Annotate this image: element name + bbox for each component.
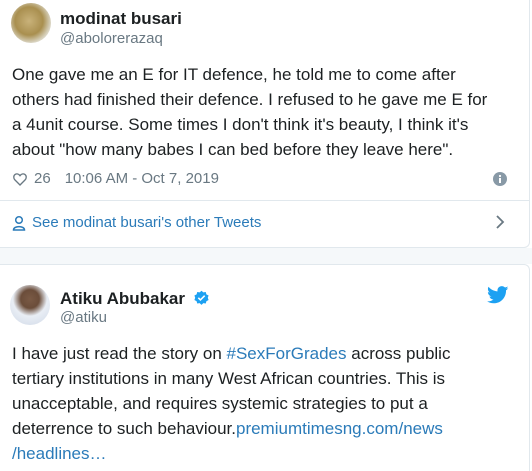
- url-link-continued[interactable]: /headlines…: [12, 444, 107, 463]
- tweet-text-line: others had finished their defence. I ref…: [12, 90, 488, 109]
- see-more-label: See modinat busari's other Tweets: [32, 214, 262, 231]
- tweet-text: One gave me an E for IT defence, he told…: [12, 62, 487, 162]
- tweet-text-line: /headlines…: [12, 441, 450, 466]
- tweet-text-line: a 4unit course. Some times I don't think…: [12, 115, 469, 134]
- person-icon: [12, 215, 26, 231]
- author-handle[interactable]: @abolorerazaq: [60, 30, 163, 47]
- divider: [0, 200, 529, 201]
- avatar[interactable]: [11, 3, 51, 43]
- tweet-text-line: deterrence to such behaviour.premiumtime…: [12, 416, 450, 441]
- like-button[interactable]: 26: [12, 170, 51, 187]
- hashtag-link[interactable]: #SexForGrades: [227, 344, 347, 363]
- like-count: 26: [34, 170, 51, 187]
- tweet-text-line: about "how many babes I can bed before t…: [12, 140, 454, 159]
- tweet-text: I have just read the story on #SexForGra…: [12, 341, 450, 466]
- tweet-timestamp[interactable]: 10:06 AM - Oct 7, 2019: [65, 170, 219, 187]
- author-name[interactable]: modinat busari: [60, 9, 182, 29]
- tweet-meta: 26 10:06 AM - Oct 7, 2019: [12, 170, 219, 187]
- tweet-text-line: I have just read the story on #SexForGra…: [12, 341, 450, 366]
- tweet-text-line: unacceptable, and requires systemic stra…: [12, 394, 428, 413]
- verified-badge-icon: [194, 290, 209, 305]
- avatar[interactable]: [10, 285, 50, 325]
- see-more-tweets-link[interactable]: See modinat busari's other Tweets: [12, 214, 261, 231]
- tweet-separator: [0, 248, 532, 264]
- tweet-text-line: tertiary institutions in many West Afric…: [12, 369, 446, 388]
- twitter-bird-icon[interactable]: [487, 286, 509, 304]
- chevron-right-icon[interactable]: [495, 214, 505, 230]
- text-segment: across public: [346, 344, 451, 363]
- author-name[interactable]: Atiku Abubakar: [60, 289, 185, 309]
- tweet-card-modinat: modinat busari @abolorerazaq One gave me…: [0, 0, 530, 248]
- tweet-text-line: One gave me an E for IT defence, he told…: [12, 65, 456, 84]
- text-segment: I have just read the story on: [12, 344, 227, 363]
- author-handle[interactable]: @atiku: [60, 309, 107, 326]
- url-link[interactable]: premiumtimesng.com/news: [236, 419, 443, 438]
- heart-icon: [13, 172, 27, 186]
- text-segment: deterrence to such behaviour.: [12, 419, 236, 438]
- info-icon[interactable]: [493, 172, 507, 186]
